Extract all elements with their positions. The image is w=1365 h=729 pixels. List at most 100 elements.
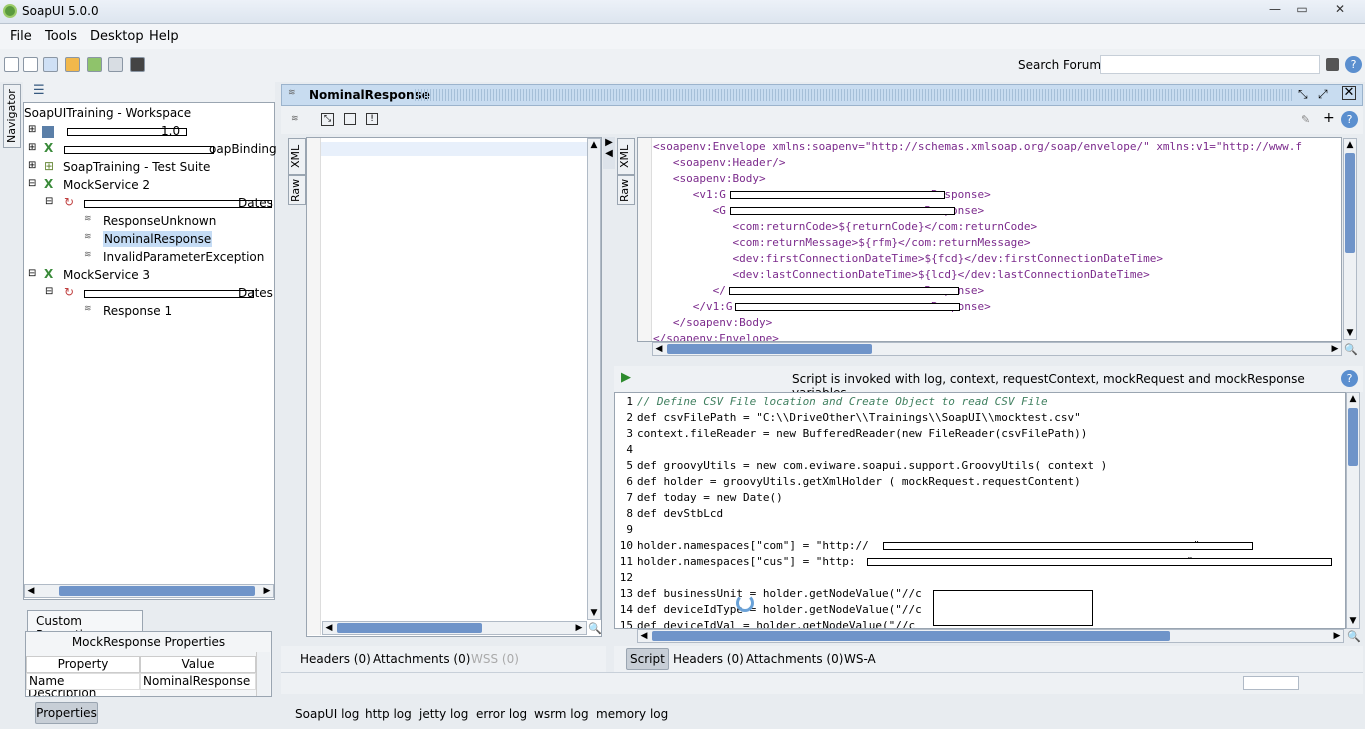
wsrm-log-tab[interactable]: wsrm log	[534, 707, 589, 721]
tree-item-test-suite[interactable]: SoapTraining - Test Suite	[63, 160, 210, 174]
request-attachments-tab[interactable]: Attachments (0)	[373, 652, 470, 666]
tree-item-response-unknown[interactable]: ResponseUnknown	[103, 214, 216, 228]
request-vscrollbar[interactable]: ▲ ▼	[587, 138, 601, 620]
response-raw-tab[interactable]: Raw	[617, 175, 635, 205]
properties-button[interactable]: Properties	[35, 702, 98, 724]
edit-icon[interactable]: ✎	[1301, 113, 1310, 126]
xml-vscrollbar[interactable]: ▲ ▼	[1343, 138, 1357, 340]
redacted-box	[933, 590, 1093, 626]
menu-file[interactable]: File	[10, 29, 32, 44]
zoom-icon[interactable]: 🔍	[1344, 343, 1358, 356]
navigator-tab[interactable]: Navigator	[3, 84, 21, 148]
help-script-icon[interactable]: ?	[1341, 370, 1358, 387]
props-vscrollbar[interactable]	[256, 652, 270, 696]
request-headers-tab[interactable]: Headers (0)	[300, 652, 371, 666]
prop-name-cell: Name	[26, 673, 140, 690]
new-project-icon[interactable]	[4, 57, 19, 72]
http-log-tab[interactable]: http log	[365, 707, 412, 721]
maximize-icon[interactable]: ⤢	[1318, 87, 1328, 102]
soapui-log-tab[interactable]: SoapUI log	[295, 707, 359, 721]
proxy-icon[interactable]	[130, 57, 145, 72]
prop-value-cell[interactable]: NominalResponse	[140, 673, 256, 690]
close-editor-icon[interactable]: ✕	[1342, 86, 1356, 100]
forum-icon[interactable]	[65, 57, 80, 72]
preferences-icon[interactable]	[108, 57, 123, 72]
jetty-log-tab[interactable]: jetty log	[419, 707, 468, 721]
tree-item-mockservice2[interactable]: MockService 2	[63, 178, 150, 192]
line-number: 6	[626, 475, 633, 488]
memory-log-tab[interactable]: memory log	[596, 707, 668, 721]
request-xml-tab[interactable]: XML	[288, 138, 306, 175]
save-all-icon[interactable]	[43, 57, 58, 72]
tree-item-binding[interactable]: oapBinding	[209, 142, 277, 156]
redacted	[735, 303, 960, 311]
run-script-icon[interactable]: ▶	[621, 370, 631, 385]
line-number: 10	[619, 539, 633, 552]
help-icon[interactable]: ?	[1345, 56, 1362, 73]
zoom-icon[interactable]: 🔍	[1347, 630, 1361, 643]
test-suite-icon: ⊞	[44, 159, 55, 173]
tree-item-invalid-parameter[interactable]: InvalidParameterException	[103, 250, 264, 264]
xml-line: <com:returnCode>${returnCode}</com:retur…	[653, 220, 1038, 233]
tree-item-mockservice3[interactable]: MockService 3	[63, 268, 150, 282]
menu-tools[interactable]: Tools	[45, 29, 77, 44]
request-hscrollbar[interactable]: ◀ ▶	[322, 621, 587, 635]
editor-toolbar: ≋ ⤡ ! ✎ + ?	[281, 106, 1363, 134]
script-hscrollbar[interactable]: ◀ ▶	[637, 629, 1344, 643]
mock-response-icon: ≋	[84, 250, 92, 260]
tree-item-interface[interactable]: 1.0	[161, 124, 180, 138]
close-button[interactable]: ✕	[1323, 1, 1357, 18]
script-vscrollbar[interactable]: ▲ ▼	[1346, 392, 1360, 629]
request-wss-tab[interactable]: WSS (0)	[471, 652, 519, 666]
script-tab[interactable]: Script	[626, 648, 669, 670]
redacted	[730, 191, 945, 199]
zoom-icon[interactable]: 🔍	[588, 622, 602, 635]
help-editor-icon[interactable]: ?	[1341, 111, 1358, 128]
menu-desktop[interactable]: Desktop	[90, 29, 144, 44]
script-line: def csvFilePath = "C:\\DriveOther\\Train…	[637, 411, 1081, 424]
script-line: def deviceIdType = holder.getNodeValue("…	[637, 603, 922, 616]
menu-help[interactable]: Help	[149, 29, 179, 44]
xml-hscrollbar[interactable]: ◀ ▶	[652, 342, 1342, 356]
editor-title: NominalResponse	[309, 88, 430, 102]
request-editor[interactable]	[306, 137, 602, 637]
tree-item-operation[interactable]: Dates	[238, 196, 273, 210]
request-raw-tab[interactable]: Raw	[288, 175, 306, 205]
wsa-tab[interactable]: WS-A	[844, 652, 876, 666]
tree-hscrollbar[interactable]: ◀ ▶	[24, 584, 274, 598]
tree-options-icon[interactable]: ☰	[33, 83, 45, 98]
dock-icon[interactable]: ⤡	[1298, 87, 1308, 102]
minimize-button[interactable]: —	[1261, 1, 1289, 18]
col-property[interactable]: Property	[26, 656, 140, 673]
search-forum-input[interactable]	[1100, 55, 1320, 74]
tree-item-operation-2[interactable]: Dates	[238, 286, 273, 300]
tree-item-nominal-response[interactable]: NominalResponse	[103, 231, 213, 247]
status-field	[1243, 676, 1299, 690]
redacted	[867, 558, 1332, 566]
response-attachments-tab[interactable]: Attachments (0)	[746, 652, 843, 666]
error-log-tab[interactable]: error log	[476, 707, 527, 721]
info-icon[interactable]: !	[366, 113, 378, 125]
request-bottom-tabs: Headers (0) Attachments (0) WSS (0)	[281, 646, 606, 672]
create-response-icon[interactable]: ⤡	[321, 113, 334, 126]
response-headers-tab[interactable]: Headers (0)	[673, 652, 744, 666]
clear-icon[interactable]	[344, 113, 356, 125]
custom-properties-tab[interactable]: Custom Properties	[27, 610, 143, 642]
tree-item-response-1[interactable]: Response 1	[103, 304, 172, 318]
log-tabs: SoapUI log http log jetty log error log …	[281, 700, 1363, 728]
workspace-node[interactable]: SoapUITraining - Workspace	[24, 106, 191, 120]
import-icon[interactable]	[23, 57, 38, 72]
refresh-icon[interactable]	[87, 57, 102, 72]
menu-bar: File Tools Desktop Help	[0, 24, 1365, 49]
split-arrows-icon[interactable]: ▶ ◀	[603, 137, 615, 169]
redacted	[64, 146, 214, 154]
col-value[interactable]: Value	[140, 656, 256, 673]
grid-icon[interactable]	[1326, 58, 1339, 71]
restore-button[interactable]: ▭	[1288, 1, 1316, 18]
add-icon[interactable]: +	[1323, 110, 1335, 126]
xml-line: <dev:lastConnectionDateTime>${lcd}</dev:…	[653, 268, 1150, 281]
response-icon[interactable]: ≋	[291, 114, 299, 124]
line-number: 5	[626, 459, 633, 472]
response-xml-editor[interactable]: <soapenv:Envelope xmlns:soapenv="http://…	[637, 137, 1342, 342]
response-xml-tab[interactable]: XML	[617, 138, 635, 175]
